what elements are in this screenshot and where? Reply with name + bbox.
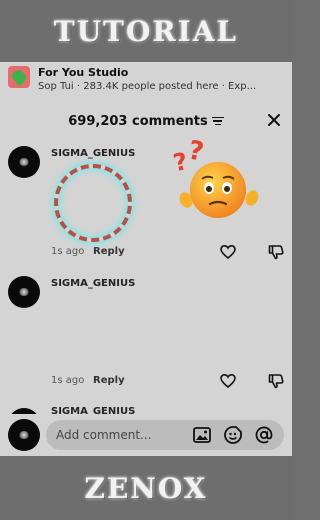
comment-time: 1s ago bbox=[51, 375, 85, 386]
comment-input-placeholder: Add comment... bbox=[56, 428, 152, 442]
location-pin-icon bbox=[8, 66, 30, 88]
avatar[interactable] bbox=[8, 276, 40, 308]
comment-item: SIGMA_GENIUS 1s ago Reply bbox=[0, 276, 292, 390]
heart-icon[interactable] bbox=[220, 244, 236, 260]
avatar[interactable] bbox=[8, 419, 40, 451]
top-overlay-banner: TUTORIAL bbox=[0, 0, 292, 62]
comments-header: 699,203 comments bbox=[0, 110, 292, 132]
comment-composer: Add comment... bbox=[0, 414, 292, 456]
reply-button[interactable]: Reply bbox=[93, 246, 125, 257]
dashed-circle-graphic bbox=[54, 164, 132, 242]
filter-icon[interactable] bbox=[211, 116, 224, 126]
thinking-face-emoji-icon: ? ? bbox=[172, 140, 259, 218]
image-icon[interactable] bbox=[192, 425, 212, 445]
comment-input[interactable]: Add comment... bbox=[46, 420, 284, 450]
comment-time: 1s ago bbox=[51, 246, 85, 257]
comments-panel: For You Studio Sop Tui · 283.4K people p… bbox=[0, 62, 292, 456]
sound-name: For You Studio bbox=[38, 66, 129, 79]
reply-button[interactable]: Reply bbox=[93, 375, 125, 386]
sound-meta: Sop Tui · 283.4K people posted here · Ex… bbox=[38, 81, 257, 92]
heart-icon[interactable] bbox=[220, 373, 236, 389]
sound-row[interactable]: For You Studio Sop Tui · 283.4K people p… bbox=[8, 66, 288, 98]
dislike-icon[interactable] bbox=[268, 244, 284, 260]
avatar[interactable] bbox=[8, 146, 40, 178]
zenox-title: ZENOX bbox=[84, 471, 208, 505]
comments-count: 699,203 comments bbox=[68, 113, 208, 129]
close-icon[interactable] bbox=[266, 112, 282, 128]
tutorial-title: TUTORIAL bbox=[53, 14, 239, 48]
bottom-overlay-banner: ZENOX bbox=[0, 456, 292, 520]
emoji-icon[interactable] bbox=[223, 425, 243, 445]
svg-text:?: ? bbox=[186, 140, 206, 168]
dislike-icon[interactable] bbox=[268, 373, 284, 389]
mention-icon[interactable] bbox=[254, 425, 274, 445]
comment-username[interactable]: SIGMA_GENIUS bbox=[51, 148, 135, 159]
comment-username[interactable]: SIGMA_GENIUS bbox=[51, 278, 135, 289]
